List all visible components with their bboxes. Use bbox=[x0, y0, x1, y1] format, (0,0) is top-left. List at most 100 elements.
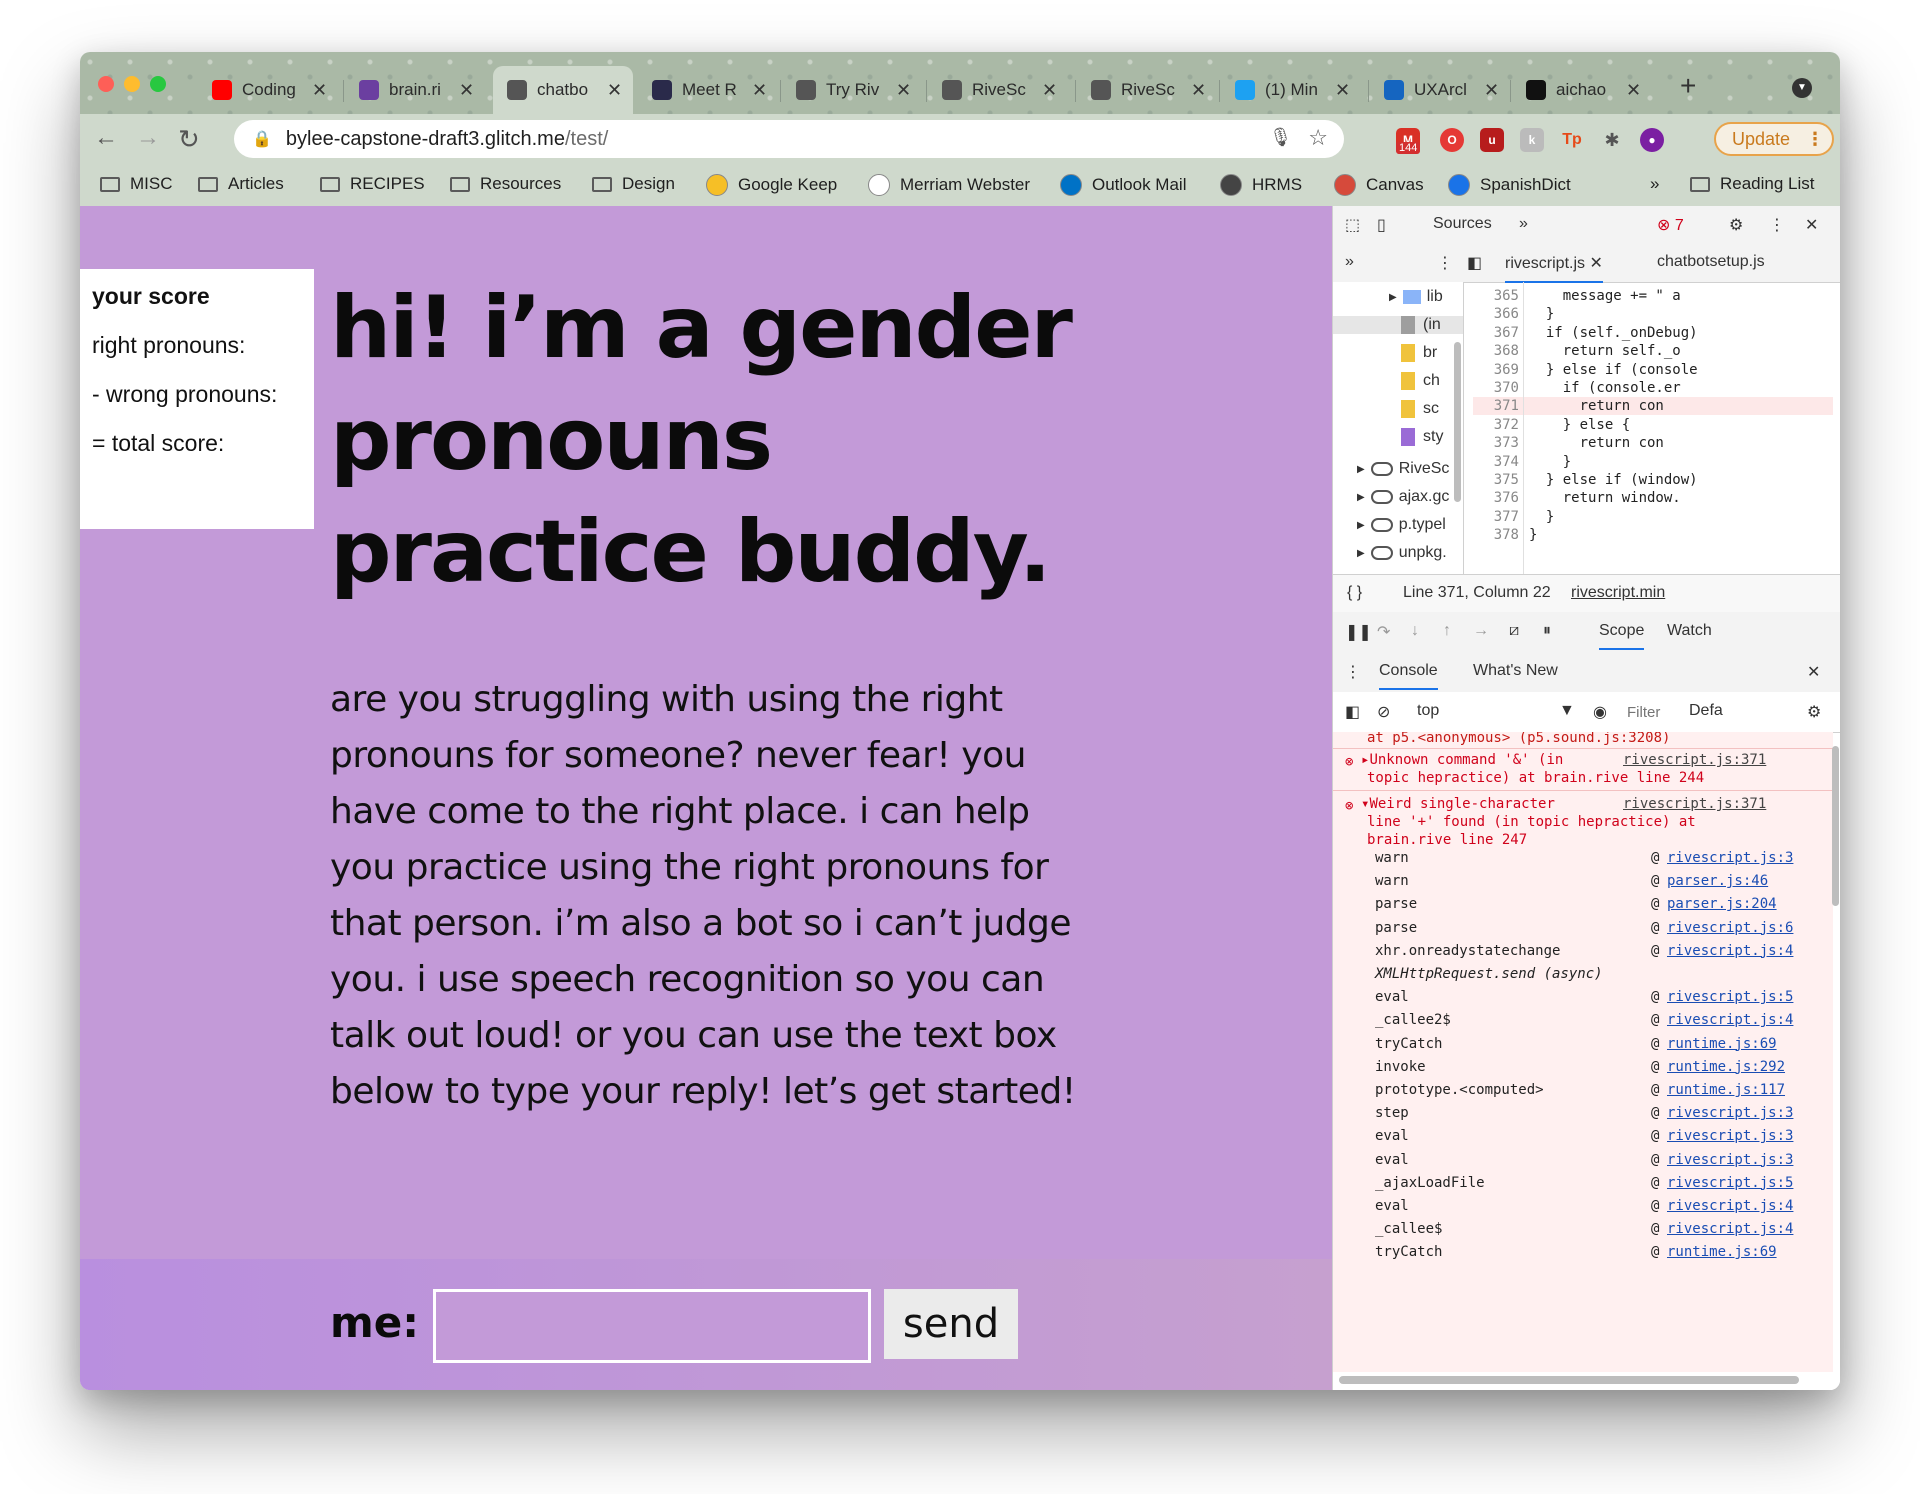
bookmark-google-keep[interactable]: Google Keep bbox=[706, 174, 837, 196]
drawer-menu-icon[interactable]: ⋮ bbox=[1345, 662, 1361, 682]
navigator-scrollbar[interactable] bbox=[1454, 342, 1461, 502]
settings-gear-icon[interactable]: ⚙ bbox=[1729, 215, 1743, 235]
stack-frame-link[interactable]: runtime.js:69 bbox=[1667, 1036, 1777, 1052]
file-tree-item[interactable]: sc bbox=[1401, 400, 1439, 418]
back-arrow-icon[interactable]: ← bbox=[94, 124, 118, 152]
stack-frame-link[interactable]: rivescript.js:5 bbox=[1667, 1175, 1793, 1191]
pretty-print-icon[interactable]: { } bbox=[1347, 584, 1362, 602]
step-out-icon[interactable]: ↑ bbox=[1443, 622, 1451, 640]
file-tree-item[interactable]: ch bbox=[1401, 372, 1440, 390]
tab-6[interactable]: RiveSc ✕ bbox=[1077, 66, 1215, 114]
stack-frame-link[interactable]: runtime.js:292 bbox=[1667, 1059, 1785, 1075]
close-tab-icon[interactable]: ✕ bbox=[1191, 80, 1206, 101]
stack-frame-link[interactable]: rivescript.js:4 bbox=[1667, 943, 1793, 959]
tab-console[interactable]: Console bbox=[1379, 662, 1438, 690]
line-number[interactable]: 378 bbox=[1473, 527, 1519, 543]
console-sidebar-icon[interactable]: ◧ bbox=[1345, 702, 1360, 722]
close-tab-icon[interactable]: ✕ bbox=[459, 80, 474, 101]
bookmark-outlook-mail[interactable]: Outlook Mail bbox=[1060, 174, 1186, 196]
bookmark-articles[interactable]: Articles bbox=[198, 174, 284, 194]
stack-frame-link[interactable]: rivescript.js:4 bbox=[1667, 1012, 1793, 1028]
pause-icon[interactable]: ❚❚ bbox=[1345, 622, 1372, 642]
tab-3[interactable]: Meet R ✕ bbox=[638, 66, 778, 114]
bookmark-resources[interactable]: Resources bbox=[450, 174, 561, 194]
expand-arrow-icon[interactable]: ▶ bbox=[1357, 492, 1365, 503]
minimize-window-button[interactable] bbox=[124, 76, 140, 92]
live-expression-eye-icon[interactable]: ◉ bbox=[1593, 702, 1607, 722]
file-tab-chatbotsetup[interactable]: chatbotsetup.js bbox=[1657, 253, 1765, 271]
devtools-menu-icon[interactable]: ⋮ bbox=[1769, 215, 1785, 235]
line-number[interactable]: 368 bbox=[1473, 343, 1519, 359]
bookmarks-more-icon[interactable]: » bbox=[1650, 174, 1659, 194]
close-window-button[interactable] bbox=[98, 76, 114, 92]
clear-console-icon[interactable]: ⊘ bbox=[1377, 702, 1390, 722]
puzzle-extensions-icon[interactable]: ✱ bbox=[1600, 128, 1624, 152]
expand-arrow-icon[interactable]: ▶ bbox=[1357, 548, 1365, 559]
bookmark-spanishdict[interactable]: SpanishDict bbox=[1448, 174, 1571, 196]
step-into-icon[interactable]: ↓ bbox=[1411, 622, 1419, 640]
navigator-menu-icon[interactable]: ⋮ bbox=[1437, 253, 1453, 273]
stack-frame-link[interactable]: runtime.js:117 bbox=[1667, 1082, 1785, 1098]
console-error-2[interactable]: ▾Weird single-character bbox=[1361, 796, 1601, 812]
pause-on-exceptions-icon[interactable]: ⏸ bbox=[1543, 622, 1551, 640]
expand-arrow-icon[interactable]: ▶ bbox=[1357, 520, 1365, 531]
close-tab-icon[interactable]: ✕ bbox=[607, 80, 622, 101]
stack-frame-link[interactable]: rivescript.js:3 bbox=[1667, 850, 1793, 866]
tab-0[interactable]: Coding ✕ bbox=[198, 66, 340, 114]
stack-frame-link[interactable]: rivescript.js:3 bbox=[1667, 1105, 1793, 1121]
close-tab-icon[interactable]: ✕ bbox=[752, 80, 767, 101]
navigator-more-icon[interactable]: » bbox=[1345, 253, 1354, 271]
tab-watch[interactable]: Watch bbox=[1667, 622, 1712, 640]
error-source-link[interactable]: rivescript.js:371 bbox=[1623, 752, 1766, 768]
line-number[interactable]: 370 bbox=[1473, 380, 1519, 396]
file-tree-item[interactable]: sty bbox=[1401, 428, 1443, 446]
maximize-window-button[interactable] bbox=[150, 76, 166, 92]
close-drawer-icon[interactable]: ✕ bbox=[1807, 662, 1820, 682]
toggle-navigator-icon[interactable]: ◧ bbox=[1467, 253, 1482, 273]
ublock-shield-icon[interactable]: u bbox=[1480, 128, 1504, 152]
tab-scope[interactable]: Scope bbox=[1599, 622, 1645, 650]
tab-2[interactable]: chatbo ✕ bbox=[493, 66, 633, 114]
send-button[interactable]: send bbox=[884, 1289, 1018, 1359]
console-scrollbar[interactable] bbox=[1832, 746, 1839, 906]
microphone-icon[interactable]: 🎙 bbox=[1269, 127, 1292, 148]
file-tree-item[interactable]: ▶ ajax.gc bbox=[1357, 488, 1449, 506]
console-error-1[interactable]: ▸Unknown command '&' (in bbox=[1361, 752, 1591, 768]
reading-list-button[interactable]: Reading List bbox=[1690, 174, 1815, 194]
file-tree-item[interactable]: ▶ RiveSc bbox=[1357, 460, 1449, 478]
line-number[interactable]: 366 bbox=[1473, 306, 1519, 322]
reply-input[interactable] bbox=[433, 1289, 871, 1363]
source-map-link[interactable]: rivescript.min bbox=[1571, 584, 1665, 602]
stack-frame-link[interactable]: rivescript.js:5 bbox=[1667, 989, 1793, 1005]
stack-frame-link[interactable]: rivescript.js:3 bbox=[1667, 1152, 1793, 1168]
stack-frame-link[interactable]: rivescript.js:4 bbox=[1667, 1198, 1793, 1214]
context-selector[interactable]: top bbox=[1417, 702, 1439, 720]
step-over-icon[interactable]: ↷ bbox=[1377, 622, 1390, 642]
code-editor[interactable]: 365 message += " a 366 } 367 if (self._onD… bbox=[1473, 282, 1833, 574]
horizontal-scrollbar[interactable] bbox=[1339, 1376, 1799, 1384]
stack-frame-link[interactable]: rivescript.js:4 bbox=[1667, 1221, 1793, 1237]
tab-4[interactable]: Try Riv ✕ bbox=[782, 66, 922, 114]
line-number[interactable]: 371 bbox=[1473, 398, 1519, 414]
tab-search-icon[interactable]: ▼ bbox=[1792, 78, 1812, 98]
tab-9[interactable]: aichao ✕ bbox=[1512, 66, 1652, 114]
line-number[interactable]: 374 bbox=[1473, 454, 1519, 470]
opera-extension-icon[interactable]: O bbox=[1440, 128, 1464, 152]
line-number[interactable]: 373 bbox=[1473, 435, 1519, 451]
close-tab-icon[interactable]: ✕ bbox=[896, 80, 911, 101]
more-panels-icon[interactable]: » bbox=[1519, 215, 1528, 233]
deactivate-breakpoints-icon[interactable]: ⧄ bbox=[1509, 622, 1519, 640]
device-toolbar-icon[interactable]: ▯ bbox=[1377, 215, 1386, 235]
stack-frame-link[interactable]: runtime.js:69 bbox=[1667, 1244, 1777, 1260]
console-settings-icon[interactable]: ⚙ bbox=[1807, 702, 1821, 722]
file-tree-item[interactable]: ▶ p.typel bbox=[1357, 516, 1446, 534]
file-tree-item[interactable]: (in bbox=[1333, 316, 1463, 334]
new-tab-button[interactable]: + bbox=[1680, 70, 1696, 102]
line-number[interactable]: 367 bbox=[1473, 325, 1519, 341]
close-tab-icon[interactable]: ✕ bbox=[1042, 80, 1057, 101]
extension-k-icon[interactable]: k bbox=[1520, 128, 1544, 152]
address-bar[interactable]: 🔒 bylee-capstone-draft3.glitch.me/test/ … bbox=[234, 120, 1344, 158]
file-tree-item[interactable]: ▶ unpkg. bbox=[1357, 544, 1447, 562]
error-source-link[interactable]: rivescript.js:371 bbox=[1623, 796, 1766, 812]
context-dropdown-icon[interactable]: ▼ bbox=[1559, 702, 1575, 720]
